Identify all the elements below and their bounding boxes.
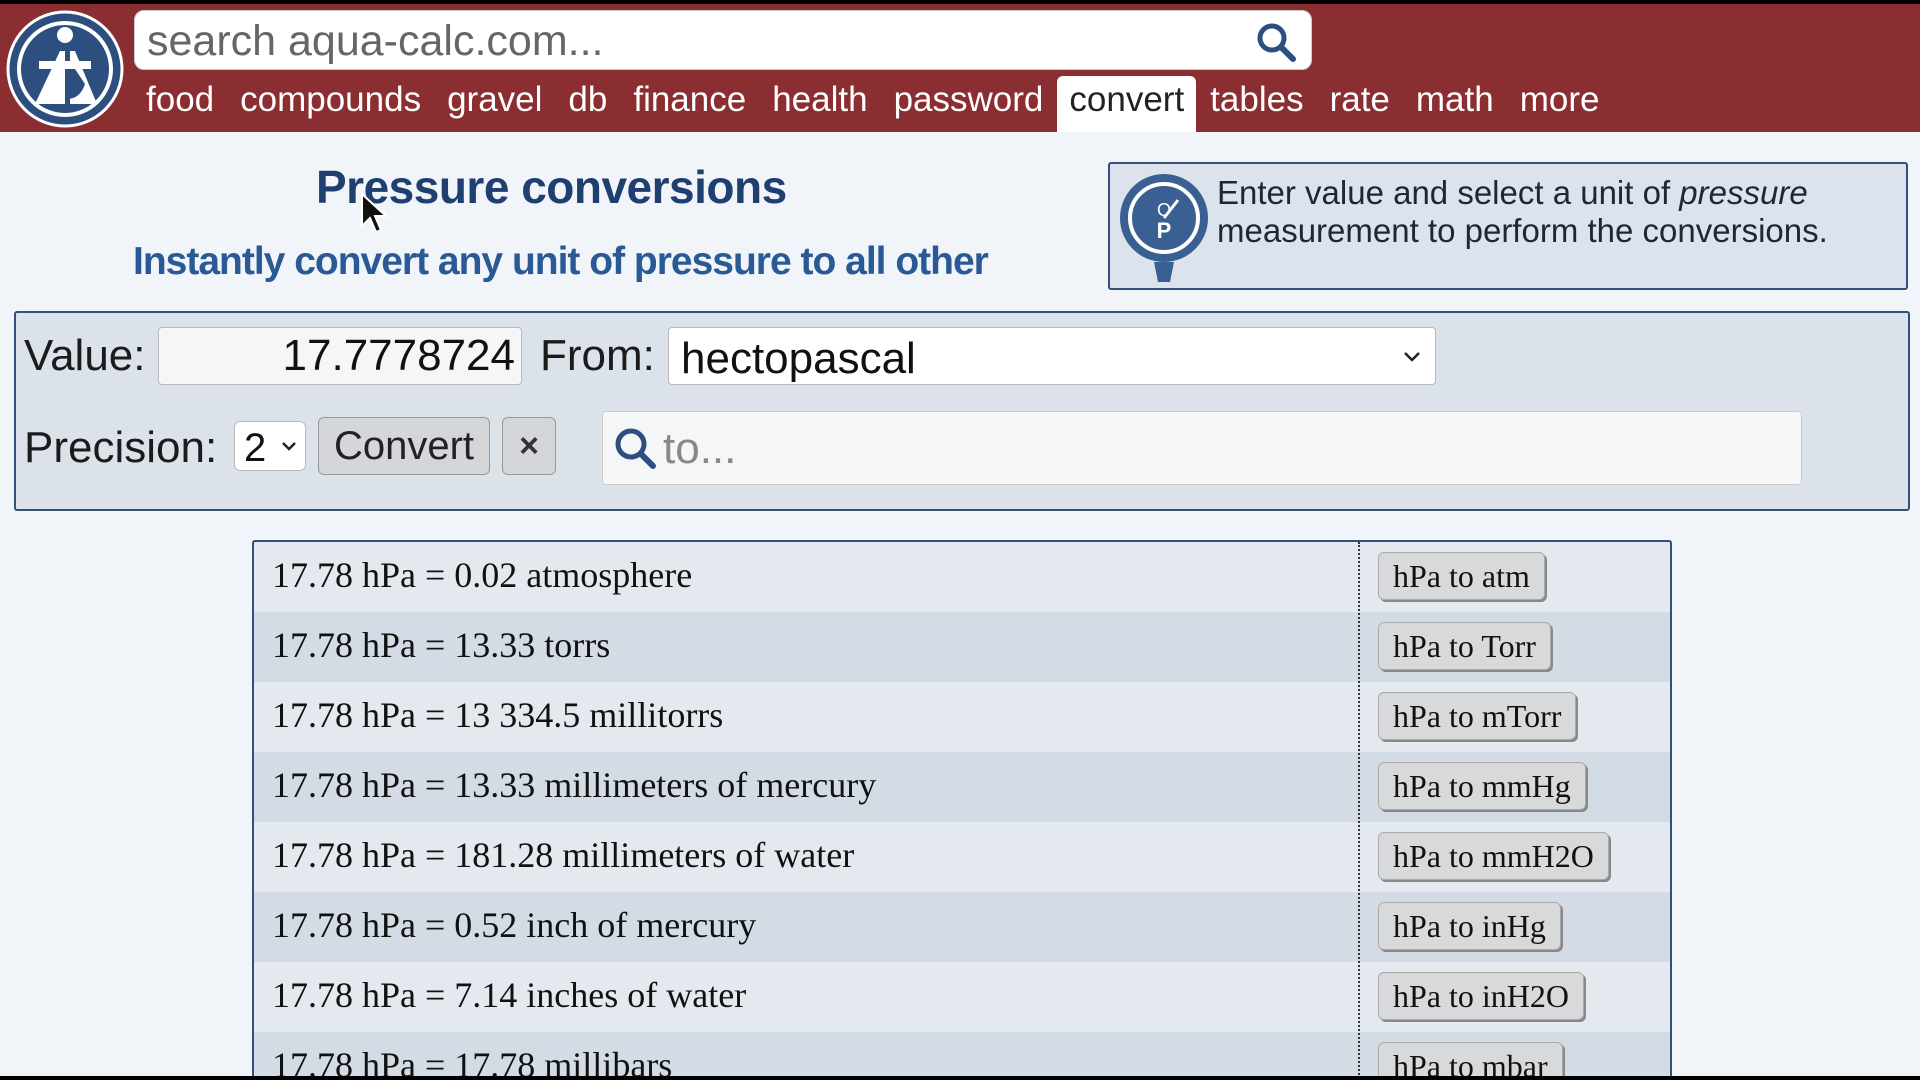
result-text: 17.78 hPa = 13 334.5 millitorrs — [272, 695, 724, 735]
result-text: 17.78 hPa = 13.33 millimeters of mercury — [272, 765, 877, 805]
browser-viewport: food compounds gravel db finance health … — [0, 4, 1920, 1076]
results-table: 17.78 hPa = 0.02 atmosphere hPa to atm 1… — [252, 540, 1672, 1076]
result-text: 17.78 hPa = 13.33 torrs — [272, 625, 611, 665]
result-text: 17.78 hPa = 0.52 inch of mercury — [272, 905, 757, 945]
result-row: 17.78 hPa = 13.33 millimeters of mercury… — [254, 752, 1670, 822]
nav-finance[interactable]: finance — [621, 76, 758, 126]
result-row: 17.78 hPa = 0.02 atmosphere hPa to atm — [254, 542, 1670, 612]
column-divider — [1358, 542, 1360, 1076]
result-row: 17.78 hPa = 13.33 torrs hPa to Torr — [254, 612, 1670, 682]
info-text: Enter value and select a unit of pressur… — [1217, 174, 1897, 250]
nav-gravel[interactable]: gravel — [435, 76, 554, 126]
nav-rate[interactable]: rate — [1318, 76, 1402, 126]
nav-math[interactable]: math — [1404, 76, 1506, 126]
result-link-button[interactable]: hPa to mmHg — [1378, 762, 1586, 810]
mouse-cursor-icon — [361, 192, 389, 234]
result-link-button[interactable]: hPa to mbar — [1378, 1042, 1563, 1076]
aqua-calc-logo-icon[interactable] — [5, 9, 125, 129]
pressure-gauge-icon: O P — [1120, 174, 1208, 282]
info-box: O P Enter value and select a unit of pre… — [1108, 162, 1908, 290]
nav-food[interactable]: food — [134, 76, 226, 126]
precision-label: Precision: — [24, 423, 218, 472]
main-nav: food compounds gravel db finance health … — [134, 76, 1613, 132]
from-label: From: — [540, 331, 655, 380]
nav-password[interactable]: password — [882, 76, 1056, 126]
conversion-form: Value: From: hectopascal Precision: 2 Co… — [14, 311, 1910, 511]
page-subtitle: Instantly convert any unit of pressure t… — [133, 240, 989, 283]
site-search-input[interactable] — [145, 15, 1249, 67]
site-header: food compounds gravel db finance health … — [0, 4, 1920, 132]
result-row: 17.78 hPa = 13 334.5 millitorrs hPa to m… — [254, 682, 1670, 752]
svg-text:P: P — [1157, 218, 1172, 243]
nav-tables[interactable]: tables — [1198, 76, 1315, 126]
result-row: 17.78 hPa = 7.14 inches of water hPa to … — [254, 962, 1670, 1032]
info-text-part: Enter value and select a unit of — [1217, 174, 1680, 211]
from-unit-value: hectopascal — [681, 334, 916, 383]
to-unit-filter[interactable] — [602, 411, 1802, 485]
result-row: 17.78 hPa = 181.28 millimeters of water … — [254, 822, 1670, 892]
to-unit-input[interactable] — [661, 422, 1765, 476]
precision-select[interactable]: 2 — [234, 421, 306, 471]
result-text: 17.78 hPa = 0.02 atmosphere — [272, 555, 693, 595]
nav-health[interactable]: health — [760, 76, 879, 126]
result-link-button[interactable]: hPa to Torr — [1378, 622, 1551, 670]
result-text: 17.78 hPa = 17.78 millibars — [272, 1045, 673, 1076]
chevron-down-icon — [282, 442, 296, 451]
value-input[interactable] — [158, 327, 522, 385]
chevron-down-icon — [1404, 352, 1420, 362]
convert-button[interactable]: Convert — [318, 417, 490, 475]
search-icon — [615, 428, 656, 469]
result-link-button[interactable]: hPa to inH2O — [1378, 972, 1584, 1020]
nav-db[interactable]: db — [556, 76, 619, 126]
search-icon[interactable] — [1255, 21, 1297, 63]
result-link-button[interactable]: hPa to mmH2O — [1378, 832, 1609, 880]
nav-more[interactable]: more — [1508, 76, 1612, 126]
from-unit-select[interactable]: hectopascal — [668, 327, 1436, 385]
info-text-part: measurement to perform the conversions. — [1217, 212, 1828, 249]
result-row: 17.78 hPa = 17.78 millibars hPa to mbar — [254, 1032, 1670, 1076]
result-link-button[interactable]: hPa to atm — [1378, 552, 1545, 600]
result-row: 17.78 hPa = 0.52 inch of mercury hPa to … — [254, 892, 1670, 962]
clear-button[interactable]: × — [502, 417, 556, 475]
site-search-box[interactable] — [134, 10, 1312, 70]
result-text: 17.78 hPa = 7.14 inches of water — [272, 975, 747, 1015]
value-label: Value: — [24, 331, 146, 380]
nav-compounds[interactable]: compounds — [228, 76, 433, 126]
precision-value: 2 — [244, 426, 267, 470]
info-text-emphasis: pressure — [1679, 174, 1808, 211]
result-link-button[interactable]: hPa to mTorr — [1378, 692, 1577, 740]
result-text: 17.78 hPa = 181.28 millimeters of water — [272, 835, 855, 875]
nav-convert[interactable]: convert — [1057, 76, 1197, 132]
result-link-button[interactable]: hPa to inHg — [1378, 902, 1561, 950]
